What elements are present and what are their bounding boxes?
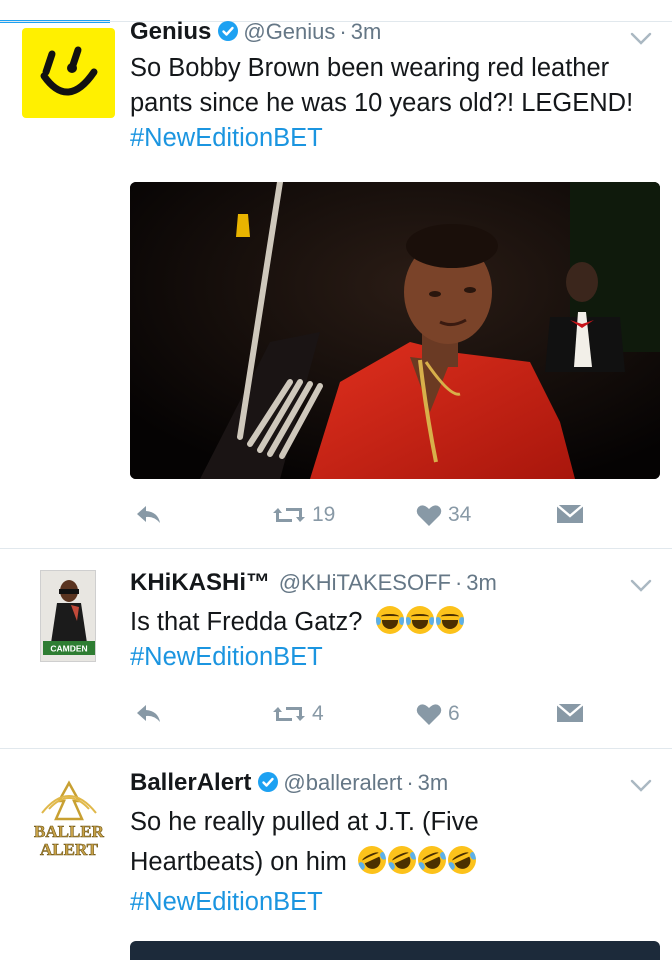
emoji-group — [353, 841, 481, 879]
chevron-down-icon[interactable] — [630, 579, 652, 593]
tweet-header: BallerAlert @balleralert · 3m — [130, 769, 672, 800]
avatar-image: CAMDEN — [41, 571, 95, 661]
chevron-down-icon[interactable] — [630, 779, 652, 793]
retweet-count: 4 — [312, 702, 324, 725]
rofl-emoji-icon — [383, 841, 421, 879]
tweet-text: Is that Fredda Gatz? #NewEditionBET — [130, 605, 650, 675]
avatar-caption-line2: ALERT — [40, 840, 99, 859]
avatar[interactable]: CAMDEN — [40, 570, 96, 662]
separator-dot: · — [454, 570, 463, 595]
retweet-icon — [273, 508, 305, 522]
emoji-group — [374, 606, 464, 636]
like-button[interactable]: 34 — [416, 503, 471, 527]
hashtag-link[interactable]: #NewEditionBET — [130, 643, 323, 671]
heart-icon — [416, 504, 442, 526]
tweet-body: So Bobby Brown been wearing red leather … — [130, 54, 634, 117]
like-count: 34 — [448, 503, 472, 526]
genius-logo-icon — [40, 46, 98, 96]
chevron-down-icon[interactable] — [630, 32, 652, 46]
separator-dot: · — [339, 19, 347, 44]
photo-image — [130, 182, 660, 479]
reply-button[interactable] — [134, 702, 162, 724]
hashtag-link[interactable]: #NewEditionBET — [130, 124, 323, 152]
tweet[interactable]: Genius @Genius · 3m So Bobby Brown been wea… — [0, 18, 672, 549]
tweet-photo[interactable] — [130, 182, 660, 479]
display-name[interactable]: BallerAlert — [130, 769, 251, 796]
user-handle[interactable]: @balleralert — [283, 770, 402, 795]
avatar-caption-line1: BALLER — [34, 822, 105, 841]
retweet-button[interactable]: 4 — [272, 702, 324, 726]
rofl-emoji-icon — [413, 841, 451, 879]
retweet-icon — [273, 707, 305, 721]
tweet-header: Genius @Genius · 3m — [130, 18, 672, 49]
retweet-button[interactable]: 19 — [272, 503, 335, 527]
tweet-text: So he really pulled at J.T. (Five Heartb… — [130, 802, 650, 922]
like-count: 6 — [448, 702, 460, 725]
timestamp[interactable]: 3m — [466, 570, 497, 595]
timestamp[interactable]: 3m — [418, 770, 449, 795]
verified-badge-icon — [217, 20, 239, 49]
direct-message-button[interactable] — [556, 503, 584, 525]
tweet[interactable]: BALLER ALERT BallerAlert @balleralert · 3m … — [0, 749, 672, 960]
reply-button[interactable] — [134, 503, 162, 525]
tweet[interactable]: CAMDEN KHiKASHi™ @KHiTAKESOFF · 3m Is that… — [0, 549, 672, 749]
avatar[interactable] — [22, 28, 115, 118]
user-handle[interactable]: @KHiTAKESOFF — [279, 570, 451, 595]
timestamp[interactable]: 3m — [351, 19, 382, 44]
balleralert-logo-icon: BALLER ALERT — [30, 780, 108, 859]
direct-message-button[interactable] — [556, 702, 584, 724]
verified-badge-icon — [257, 771, 279, 800]
tweet-body-line2: Heartbeats) on him — [130, 848, 347, 876]
direct-message-icon — [556, 703, 584, 722]
tweet-photo[interactable] — [130, 941, 660, 960]
avatar[interactable]: BALLER ALERT — [24, 779, 114, 869]
tears-of-joy-emoji-icon — [435, 606, 464, 634]
tweet-body-line1: So he really pulled at J.T. (Five — [130, 808, 479, 836]
tears-of-joy-emoji-icon — [405, 606, 434, 634]
like-button[interactable]: 6 — [416, 702, 460, 726]
rofl-emoji-icon — [353, 841, 391, 879]
tweet-actions: 4 6 — [130, 702, 600, 732]
user-handle[interactable]: @Genius — [243, 19, 335, 44]
hashtag-link[interactable]: #NewEditionBET — [130, 888, 323, 916]
display-name[interactable]: Genius — [130, 18, 211, 45]
tweet-header: KHiKASHi™ @KHiTAKESOFF · 3m — [130, 569, 672, 597]
tears-of-joy-emoji-icon — [375, 606, 404, 634]
rofl-emoji-icon — [443, 841, 481, 879]
avatar-caption: CAMDEN — [50, 644, 87, 654]
separator-dot: · — [406, 770, 414, 795]
direct-message-icon — [556, 504, 584, 523]
tweet-text: So Bobby Brown been wearing red leather … — [130, 51, 650, 156]
display-name[interactable]: KHiKASHi™ — [130, 569, 270, 596]
retweet-count: 19 — [312, 503, 336, 526]
heart-icon — [416, 703, 442, 725]
tweet-body: Is that Fredda Gatz? — [130, 608, 363, 636]
tweet-actions: 19 34 — [130, 503, 600, 533]
reply-icon — [137, 506, 160, 523]
reply-icon — [137, 705, 160, 722]
